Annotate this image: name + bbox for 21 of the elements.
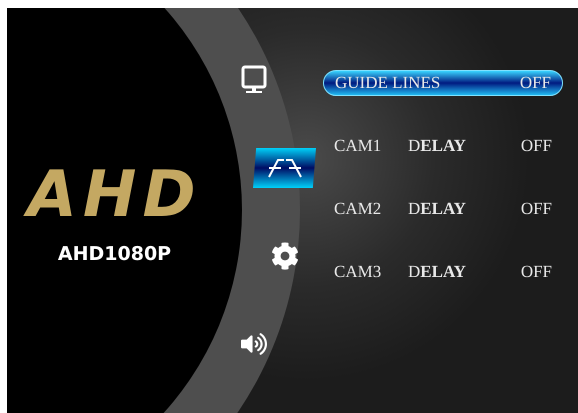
settings-icon	[270, 242, 298, 270]
row-label: CAM3	[334, 262, 382, 282]
row-setting: DELAY	[408, 198, 467, 220]
row-label: CAM2	[334, 199, 382, 219]
row-value: OFF	[520, 261, 552, 284]
model-label: AHD1080P	[58, 245, 172, 264]
menu-tab[interactable]	[253, 148, 316, 188]
row-label: GUIDE LINES	[335, 73, 440, 93]
row-value: OFF	[520, 72, 551, 94]
monitor-icon	[240, 65, 266, 95]
row-setting: DELAY	[408, 261, 467, 284]
menu-row[interactable]: CAM3 DELAY OFF	[323, 259, 563, 285]
menu-row[interactable]: CAM1 DELAY OFF	[323, 133, 563, 159]
row-value: OFF	[520, 135, 552, 158]
speaker-icon	[240, 331, 266, 357]
guide-lines-icon	[266, 158, 302, 178]
row-value: OFF	[520, 198, 552, 220]
row-setting: DELAY	[408, 135, 467, 158]
menu-row[interactable]: CAM2 DELAY OFF	[323, 196, 563, 222]
row-label: CAM1	[334, 136, 382, 156]
menu-row[interactable]: GUIDE LINES OFF	[323, 70, 563, 96]
